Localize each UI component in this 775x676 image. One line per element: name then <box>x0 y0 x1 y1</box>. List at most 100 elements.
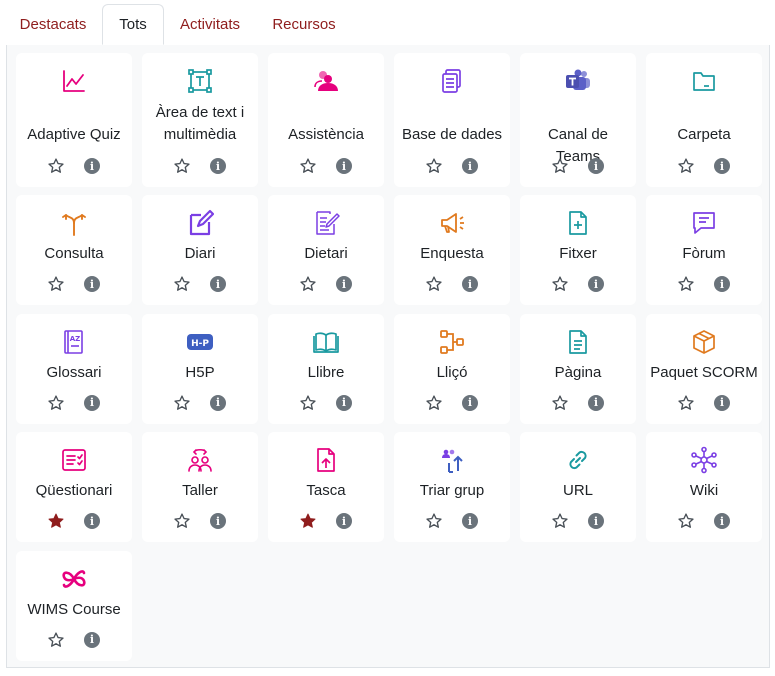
file-icon <box>564 209 592 237</box>
starred-icon[interactable] <box>47 512 65 530</box>
star-icon[interactable] <box>299 394 317 412</box>
tab-all[interactable]: Tots <box>102 4 164 45</box>
star-icon[interactable] <box>299 275 317 293</box>
module-label: Adaptive Quiz <box>27 126 121 143</box>
star-icon[interactable] <box>47 275 65 293</box>
module-card[interactable]: Paquet SCORM i <box>646 313 762 424</box>
module-label: H5P <box>185 363 215 381</box>
info-icon[interactable]: i <box>210 158 226 174</box>
star-icon[interactable] <box>677 275 695 293</box>
info-icon[interactable]: i <box>336 513 352 529</box>
choice-icon <box>60 209 88 237</box>
module-card[interactable]: Àrea de text i multimèdia i <box>142 53 258 187</box>
group-choice-icon <box>438 446 466 474</box>
module-card[interactable]: Wiki i <box>646 432 762 542</box>
module-card[interactable]: Base de dades i <box>394 53 510 187</box>
lesson-icon <box>438 328 466 356</box>
info-icon[interactable]: i <box>210 276 226 292</box>
info-icon[interactable]: i <box>210 513 226 529</box>
module-label: Tasca <box>306 482 346 499</box>
star-icon[interactable] <box>425 394 443 412</box>
star-icon[interactable] <box>47 157 65 175</box>
info-icon[interactable]: i <box>588 394 604 411</box>
star-icon[interactable] <box>425 275 443 293</box>
info-icon[interactable]: i <box>714 513 730 529</box>
star-icon[interactable] <box>173 394 191 412</box>
module-card[interactable]: Fitxer i <box>520 195 636 305</box>
info-icon[interactable]: i <box>84 513 100 529</box>
teams-icon <box>564 67 592 95</box>
star-icon[interactable] <box>425 512 443 530</box>
info-icon[interactable]: i <box>714 158 730 174</box>
star-icon[interactable] <box>677 512 695 530</box>
starred-icon[interactable] <box>299 512 317 530</box>
star-icon[interactable] <box>173 157 191 175</box>
module-card[interactable]: Triar grup i <box>394 432 510 542</box>
module-card[interactable]: WIMS Course i <box>16 550 132 661</box>
info-icon[interactable]: i <box>588 276 604 292</box>
info-icon[interactable]: i <box>714 394 730 411</box>
module-card[interactable]: Pàgina i <box>520 313 636 424</box>
module-card[interactable]: Enquesta i <box>394 195 510 305</box>
line-chart-icon <box>60 67 88 95</box>
quiz-icon <box>60 446 88 474</box>
module-card[interactable]: Consulta i <box>16 195 132 305</box>
info-icon[interactable]: i <box>462 513 478 529</box>
module-card[interactable]: Llibre i <box>268 313 384 424</box>
module-card[interactable]: Assistència i <box>268 53 384 187</box>
wiki-icon <box>690 446 718 474</box>
megaphone-icon <box>438 209 466 237</box>
info-icon[interactable]: i <box>588 158 604 174</box>
module-card[interactable]: Tasca i <box>268 432 384 542</box>
info-icon[interactable]: i <box>714 276 730 292</box>
star-icon[interactable] <box>677 394 695 412</box>
info-icon[interactable]: i <box>462 394 478 411</box>
info-icon[interactable]: i <box>84 631 100 648</box>
module-label: Wiki <box>689 482 719 499</box>
module-label: Canal de Teams <box>547 126 609 165</box>
module-label: Diari <box>184 245 216 262</box>
star-icon[interactable] <box>551 512 569 530</box>
module-card[interactable]: Lliçó i <box>394 313 510 424</box>
module-label: Dietari <box>304 245 348 262</box>
info-icon[interactable]: i <box>84 276 100 292</box>
star-icon[interactable] <box>551 275 569 293</box>
module-card[interactable]: URL i <box>520 432 636 542</box>
module-label: Base de dades <box>401 126 503 143</box>
star-icon[interactable] <box>47 631 65 649</box>
info-icon[interactable]: i <box>336 276 352 292</box>
info-icon[interactable]: i <box>84 394 100 411</box>
star-icon[interactable] <box>173 512 191 530</box>
module-card[interactable]: H-P H5P i <box>142 313 258 424</box>
info-icon[interactable]: i <box>336 394 352 411</box>
module-label: Consulta <box>44 245 104 262</box>
star-icon[interactable] <box>551 157 569 175</box>
info-icon[interactable]: i <box>210 394 226 411</box>
module-card[interactable]: Canal de Teams i <box>520 53 636 187</box>
module-card[interactable]: Diari i <box>142 195 258 305</box>
module-label: Fòrum <box>682 245 726 262</box>
info-icon[interactable]: i <box>588 513 604 529</box>
star-icon[interactable] <box>47 394 65 412</box>
tab-featured[interactable]: Destacats <box>6 4 100 44</box>
module-card[interactable]: Dietari i <box>268 195 384 305</box>
module-card[interactable]: Qüestionari i <box>16 432 132 542</box>
star-icon[interactable] <box>677 157 695 175</box>
module-label: Taller <box>182 482 218 499</box>
info-icon[interactable]: i <box>462 276 478 292</box>
info-icon[interactable]: i <box>462 158 478 174</box>
star-icon[interactable] <box>425 157 443 175</box>
star-icon[interactable] <box>173 275 191 293</box>
module-card[interactable]: Carpeta i <box>646 53 762 187</box>
star-icon[interactable] <box>299 157 317 175</box>
tab-resources[interactable]: Recursos <box>260 4 348 44</box>
info-icon[interactable]: i <box>84 158 100 174</box>
module-card[interactable]: Adaptive Quiz i <box>16 53 132 187</box>
module-card[interactable]: Taller i <box>142 432 258 542</box>
module-card[interactable]: AZ Glossari i <box>16 313 132 424</box>
tab-activities[interactable]: Activitats <box>166 4 254 44</box>
star-icon[interactable] <box>551 394 569 412</box>
module-card[interactable]: Fòrum i <box>646 195 762 305</box>
journal-icon <box>186 209 214 237</box>
info-icon[interactable]: i <box>336 158 352 174</box>
